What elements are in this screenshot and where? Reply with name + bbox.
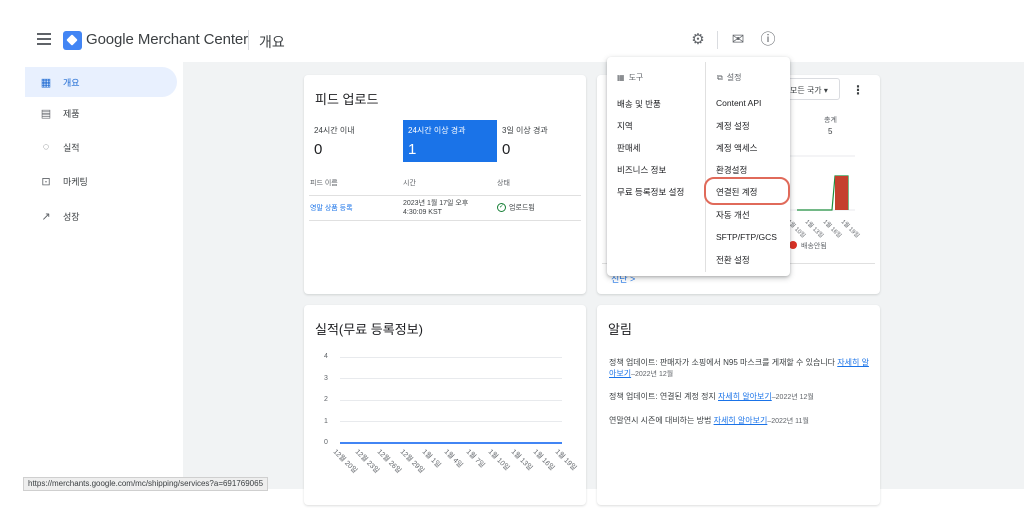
- menu-item-regions[interactable]: 지역: [617, 120, 633, 132]
- sidebar: ▦ 개요 ▤ 제품 ◌ 실적 ⊡ 마케팅 ↗ 성장: [0, 62, 183, 527]
- sidebar-item-label: 마케팅: [63, 176, 88, 187]
- menu-item-shipping-returns[interactable]: 배송 및 반품: [617, 98, 661, 110]
- menu-item-business-info[interactable]: 비즈니스 정보: [617, 164, 666, 176]
- feed-name-link[interactable]: 영말 상품 등록: [310, 204, 353, 213]
- tools-header-label: 도구: [628, 73, 644, 82]
- mail-icon[interactable]: ✉: [729, 31, 747, 49]
- column-header: 시간: [403, 180, 416, 187]
- tools-header: ▦ 도구: [617, 72, 643, 83]
- menu-item-sales-tax[interactable]: 판매세: [617, 142, 640, 154]
- card-title: 피드 업로드: [315, 92, 379, 107]
- notice-text: 연말연시 시즌에 대비하는 방법: [609, 416, 714, 425]
- settings-header-label: 설정: [726, 73, 742, 82]
- performance-chart: [340, 442, 562, 444]
- sidebar-item-label: 개요: [63, 77, 80, 88]
- table-divider: [309, 195, 581, 196]
- menu-item-content-api[interactable]: Content API: [716, 98, 761, 108]
- trending-up-icon: ↗: [41, 210, 51, 223]
- feed-status: ✓ 업로드됨: [497, 203, 535, 212]
- legend-swatch: [789, 241, 797, 249]
- settings-menu: ▦ 도구 ⧉ 설정 배송 및 반품 지역 판매세 비즈니스 정보 무료 등록정보 설…: [607, 57, 790, 276]
- sidebar-item-label: 성장: [63, 211, 80, 222]
- feed-time-date: 2023년 1월 17일 오후: [403, 200, 469, 207]
- performance-card: 실적(무료 등록정보) 4 3 2 1 0 12월 20일 12월 23일 12월 …: [304, 305, 586, 505]
- tools-icon: ▦: [617, 73, 625, 82]
- feed-time-clock: 4:30:09 KST: [403, 209, 442, 216]
- not-shipped-area: [835, 176, 848, 210]
- stat-under-24h[interactable]: 24시간 이내 0: [309, 120, 403, 162]
- menu-item-conversion-settings[interactable]: 전환 설정: [716, 254, 750, 266]
- table-divider: [309, 220, 581, 221]
- header-divider: [248, 30, 249, 50]
- learn-more-link[interactable]: 자세히 알아보기: [718, 392, 772, 401]
- notice-text: 정책 업데이트: 판매자가 소핑에서 N95 마스크를 게재할 수 있습니다: [609, 358, 838, 367]
- menu-item-sftp[interactable]: SFTP/FTP/GCS: [716, 232, 777, 242]
- sidebar-item-products[interactable]: ▤ 제품: [25, 98, 177, 128]
- menu-item-account-access[interactable]: 계정 액세스: [716, 142, 757, 154]
- menu-item-auto-improvements[interactable]: 자동 개선: [716, 209, 750, 221]
- dashboard-icon: ▦: [40, 76, 52, 89]
- page-title: 개요: [259, 34, 285, 50]
- brand-title[interactable]: Google Merchant Center: [86, 31, 248, 48]
- feed-upload-card: 피드 업로드 24시간 이내 0 24시간 이상 경과 1 3일 이상 경과 0…: [304, 75, 586, 294]
- sidebar-item-label: 제품: [63, 108, 80, 119]
- column-header: 피드 이름: [310, 180, 338, 187]
- header-icon-divider: [717, 31, 718, 49]
- shopping-bag-icon: ⊡: [41, 175, 51, 188]
- browser-status-url: https://merchants.google.com/mc/shipping…: [23, 477, 269, 491]
- stat-label: 24시간 이내: [314, 126, 355, 135]
- feed-time: 2023년 1월 17일 오후 4:30:09 KST: [403, 199, 468, 217]
- notice-date: –2022년 12월: [631, 371, 674, 378]
- highlight-annotation: [704, 177, 790, 205]
- sidebar-item-marketing[interactable]: ⊡ 마케팅: [25, 166, 177, 196]
- stat-label: 24시간 이상 경과: [408, 126, 466, 135]
- stat-value: 0: [314, 141, 323, 158]
- check-circle-icon: ✓: [497, 203, 506, 212]
- sidebar-item-overview[interactable]: ▦ 개요: [25, 67, 177, 97]
- notice-date: –2022년 12월: [771, 394, 814, 401]
- stat-value: 1: [408, 141, 417, 158]
- learn-more-link[interactable]: 자세히 알아보기: [714, 416, 768, 425]
- legend-label: 배송안됨: [801, 243, 827, 250]
- app-header: Google Merchant Center 개요 ⚙ ✉ ⓘ: [0, 0, 1024, 62]
- menu-item-preferences[interactable]: 환경설정: [716, 164, 747, 176]
- menu-item-account-settings[interactable]: 계정 설정: [716, 120, 750, 132]
- notice-date: –2022년 11월: [767, 418, 809, 425]
- settings-section-icon: ⧉: [717, 73, 723, 82]
- sidebar-item-performance[interactable]: ◌ 실적: [25, 132, 177, 162]
- notice-item: 정책 업데이트: 연결된 계정 정지 자세히 알아보기–2022년 12월: [609, 391, 871, 403]
- menu-icon[interactable]: [37, 33, 51, 45]
- stat-value: 0: [502, 141, 511, 158]
- feed-status-text: 업로드됨: [509, 204, 535, 212]
- sidebar-item-label: 실적: [63, 142, 80, 153]
- column-header: 상태: [497, 180, 510, 187]
- stat-over-3d[interactable]: 3일 이상 경과 0: [497, 120, 586, 162]
- menu-divider: [705, 62, 706, 272]
- notice-item: 연말연시 시즌에 대비하는 방법 자세히 알아보기–2022년 11월: [609, 415, 871, 427]
- list-icon: ▤: [40, 107, 52, 120]
- stat-over-24h[interactable]: 24시간 이상 경과 1: [403, 120, 497, 162]
- merchant-center-logo[interactable]: [63, 31, 82, 50]
- main-content: 피드 업로드 24시간 이내 0 24시간 이상 경과 1 3일 이상 경과 0…: [183, 62, 1024, 505]
- sidebar-item-growth[interactable]: ↗ 성장: [25, 201, 177, 231]
- help-icon[interactable]: ⓘ: [759, 31, 777, 49]
- notice-item: 정책 업데이트: 판매자가 소핑에서 N95 마스크를 게재할 수 있습니다 자…: [609, 357, 871, 380]
- stat-label: 3일 이상 경과: [502, 126, 548, 135]
- donut-icon: ◌: [42, 141, 50, 153]
- menu-item-free-listings[interactable]: 무료 등록정보 설정: [617, 186, 684, 198]
- card-title: 알림: [608, 322, 632, 337]
- settings-icon[interactable]: ⚙: [689, 31, 707, 49]
- settings-header: ⧉ 설정: [717, 72, 741, 83]
- notice-text: 정책 업데이트: 연결된 계정 정지: [609, 392, 719, 401]
- notices-card: 알림 정책 업데이트: 판매자가 소핑에서 N95 마스크를 게재할 수 있습니…: [597, 305, 880, 505]
